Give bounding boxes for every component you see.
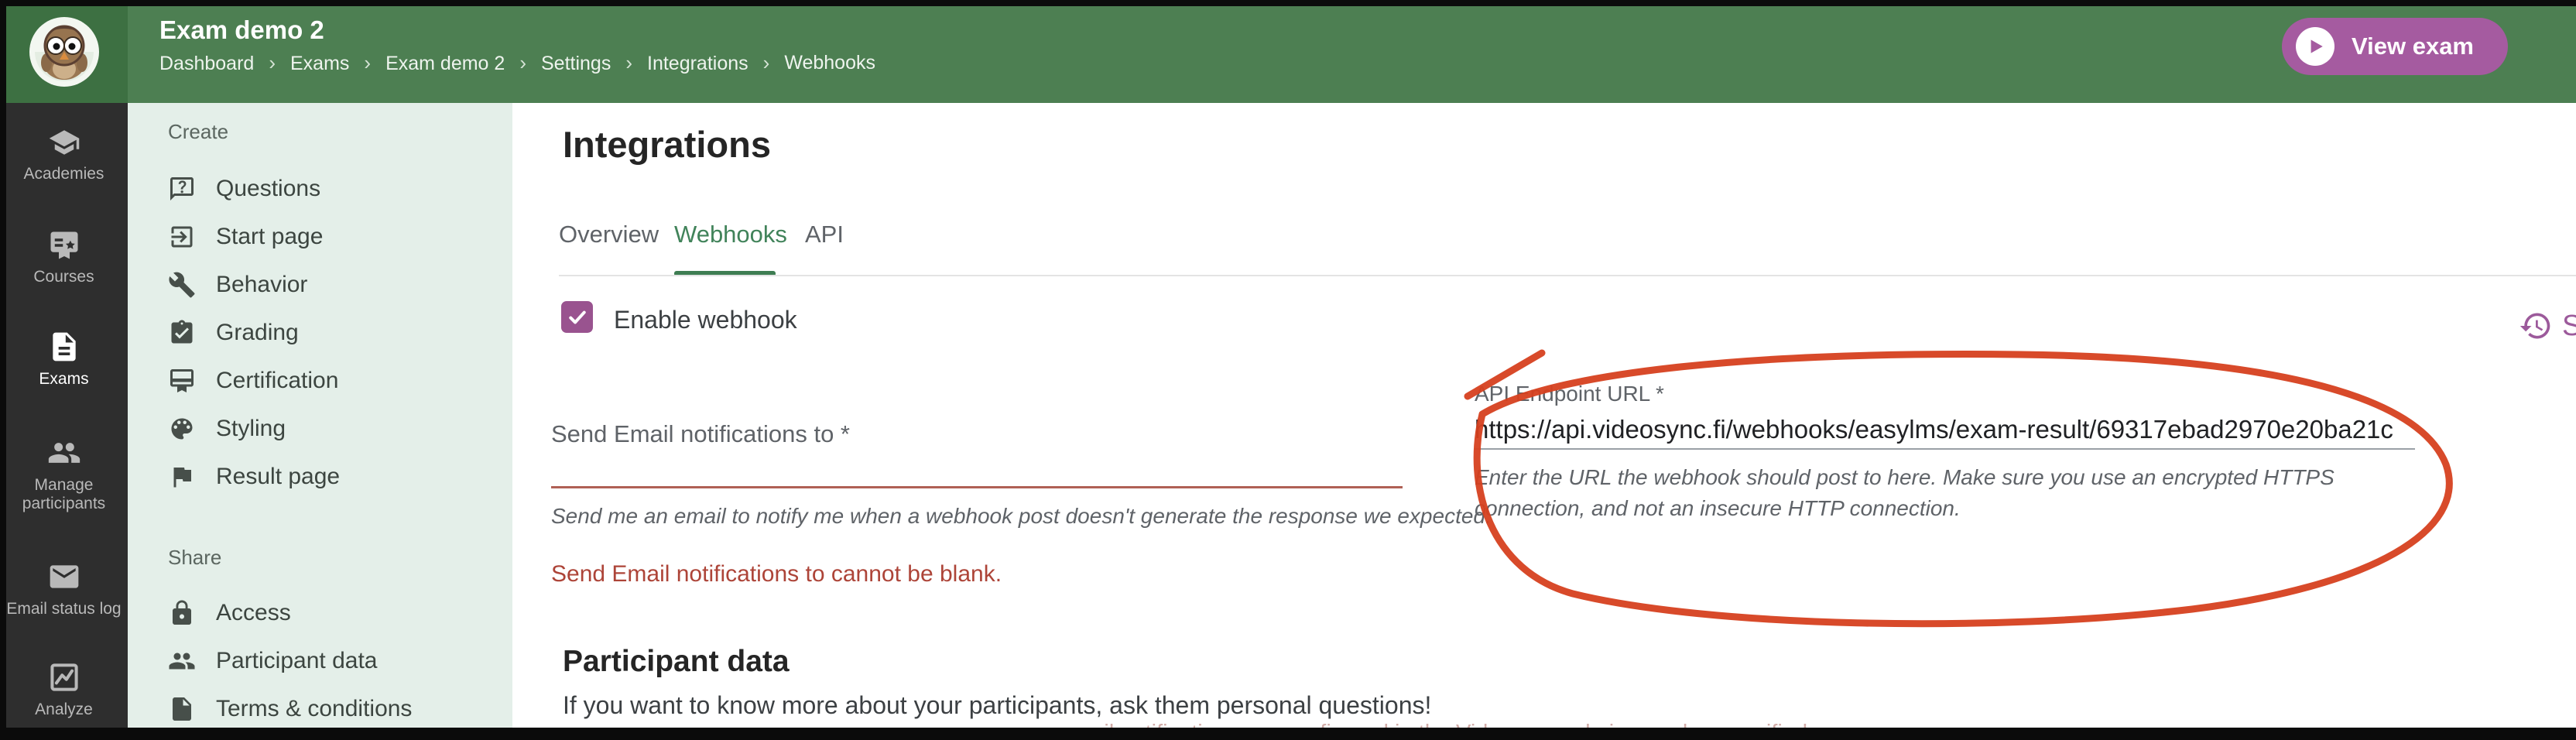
- tab-webhooks[interactable]: Webhooks: [674, 221, 787, 248]
- certificate-card-icon: [48, 229, 80, 262]
- app-logo[interactable]: [0, 0, 128, 103]
- view-exam-button[interactable]: View exam: [2282, 18, 2508, 75]
- palette-icon: [168, 415, 196, 443]
- email-notifications-input[interactable]: [551, 454, 1403, 488]
- sidebar-item-email-status-log[interactable]: Email status log: [0, 560, 128, 618]
- breadcrumb-exams[interactable]: Exams: [290, 51, 385, 75]
- tabs-divider: [559, 275, 2576, 276]
- api-endpoint-label: API Endpoint URL *: [1475, 382, 2415, 406]
- settings-item-label: Start page: [216, 224, 323, 250]
- email-notifications-helper: Send me an email to notify me when a web…: [551, 501, 1403, 532]
- settings-item-questions[interactable]: Questions: [168, 171, 320, 207]
- settings-item-label: Access: [216, 600, 291, 626]
- sidebar-item-courses[interactable]: Courses: [0, 229, 128, 286]
- settings-item-label: Behavior: [216, 272, 307, 298]
- settings-item-certification[interactable]: Certification: [168, 363, 338, 399]
- question-bubble-icon: [168, 175, 196, 203]
- owl-logo-icon: [27, 15, 101, 89]
- settings-item-label: Terms & conditions: [216, 696, 412, 722]
- exam-document-icon: [47, 330, 81, 364]
- settings-item-label: Result page: [216, 464, 340, 490]
- participant-data-body: If you want to know more about your part…: [563, 691, 1431, 720]
- line-chart-icon: [47, 660, 81, 694]
- settings-item-label: Participant data: [216, 648, 377, 674]
- document-icon: [168, 695, 196, 723]
- envelope-icon: [47, 560, 81, 594]
- screen-edge-top: [0, 0, 2576, 6]
- rail-label: Academies: [24, 165, 104, 183]
- breadcrumb-webhooks[interactable]: Webhooks: [784, 52, 875, 74]
- tab-api[interactable]: API: [805, 221, 844, 248]
- sidebar-item-manage-participants[interactable]: Manage participants: [0, 436, 128, 513]
- lock-icon: [168, 599, 196, 627]
- settings-item-result-page[interactable]: Result page: [168, 459, 340, 495]
- breadcrumb-integrations[interactable]: Integrations: [647, 51, 784, 75]
- settings-item-grading[interactable]: Grading: [168, 315, 299, 351]
- play-icon: [2296, 27, 2334, 66]
- settings-item-start-page[interactable]: Start page: [168, 219, 323, 255]
- enable-webhook-checkbox[interactable]: [561, 301, 593, 333]
- rail-label: Courses: [33, 268, 94, 286]
- settings-item-styling[interactable]: Styling: [168, 411, 286, 447]
- api-endpoint-helper: Enter the URL the webhook should post to…: [1475, 462, 2415, 524]
- enable-webhook-label: Enable webhook: [614, 306, 797, 334]
- email-notifications-label: Send Email notifications to *: [551, 420, 1403, 448]
- create-section-header: Create: [168, 120, 228, 144]
- api-endpoint-field-group: API Endpoint URL * Enter the URL the web…: [1475, 382, 2415, 524]
- exam-title: Exam demo 2: [159, 15, 324, 45]
- share-section-header: Share: [168, 546, 221, 570]
- breadcrumb: Dashboard Exams Exam demo 2 Settings Int…: [159, 51, 875, 75]
- sidebar-item-academies[interactable]: Academies: [0, 126, 128, 183]
- breadcrumb-settings[interactable]: Settings: [541, 51, 647, 75]
- save-history-control[interactable]: S: [2519, 309, 2576, 343]
- rail-label: Exams: [39, 370, 88, 389]
- email-notifications-field-group: Send Email notifications to * Send me an…: [551, 420, 1403, 588]
- breadcrumb-dashboard[interactable]: Dashboard: [159, 51, 290, 75]
- rail-label: Email status log: [6, 600, 121, 618]
- people-icon: [47, 436, 81, 470]
- settings-item-terms-conditions[interactable]: Terms & conditions: [168, 691, 412, 727]
- main-content: Integrations Overview Webhooks API Enabl…: [512, 103, 2576, 740]
- screen-edge-bottom: [0, 728, 2576, 740]
- enter-box-icon: [168, 223, 196, 251]
- email-notifications-error: Send Email notifications to cannot be bl…: [551, 561, 1403, 588]
- history-icon: [2519, 309, 2553, 343]
- sidebar-item-analyze[interactable]: Analyze: [0, 660, 128, 719]
- view-exam-label: View exam: [2352, 33, 2474, 60]
- settings-item-behavior[interactable]: Behavior: [168, 267, 307, 303]
- wrench-icon: [168, 271, 196, 299]
- top-header: Exam demo 2 Dashboard Exams Exam demo 2 …: [0, 0, 2576, 103]
- rail-label: Analyze: [35, 701, 93, 719]
- clipboard-check-icon: [168, 319, 196, 347]
- flag-icon: [168, 463, 196, 491]
- settings-item-label: Grading: [216, 320, 299, 346]
- breadcrumb-exam-demo-2[interactable]: Exam demo 2: [385, 51, 541, 75]
- page-title: Integrations: [563, 123, 771, 166]
- save-indicator-text: S: [2562, 310, 2576, 343]
- settings-item-participant-data[interactable]: Participant data: [168, 643, 377, 679]
- settings-item-label: Styling: [216, 416, 286, 442]
- settings-item-access[interactable]: Access: [168, 595, 291, 631]
- people-icon: [168, 647, 196, 675]
- nav-rail: Academies Courses Exams Manage participa…: [0, 103, 128, 740]
- certificate-icon: [168, 367, 196, 395]
- graduation-cap-icon: [48, 126, 80, 159]
- tab-overview[interactable]: Overview: [559, 221, 659, 248]
- rail-label: Manage participants: [6, 476, 122, 513]
- screen-edge-left: [0, 0, 6, 740]
- sidebar-item-exams[interactable]: Exams: [0, 330, 128, 389]
- participant-data-heading: Participant data: [563, 645, 790, 679]
- api-endpoint-input[interactable]: [1475, 411, 2415, 450]
- settings-item-label: Questions: [216, 176, 320, 202]
- settings-item-label: Certification: [216, 368, 338, 394]
- settings-sidebar: Create Questions Start page Behavior Gra…: [128, 103, 512, 740]
- app-window: Exam demo 2 Dashboard Exams Exam demo 2 …: [0, 0, 2576, 740]
- checkmark-icon: [567, 307, 588, 328]
